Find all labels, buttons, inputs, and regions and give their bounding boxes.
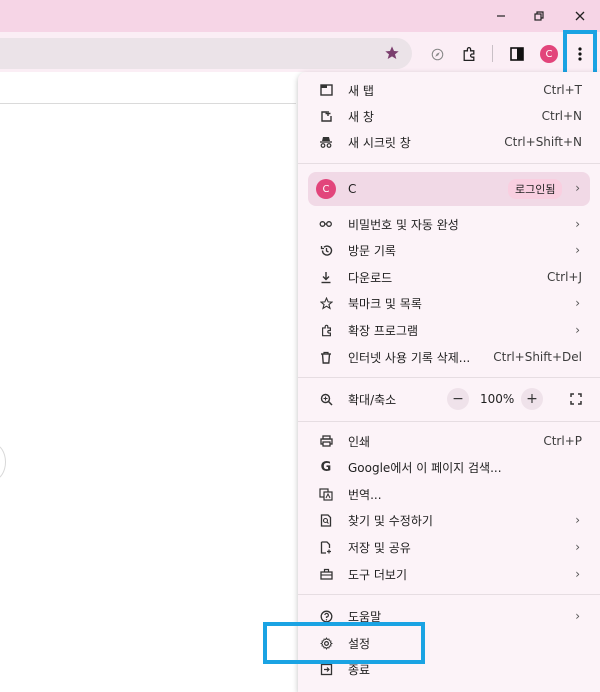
minimize-icon [497,15,505,17]
menu-item-downloads[interactable]: 다운로드 Ctrl+J [298,264,600,290]
menu-item-translate[interactable]: 번역... [298,481,600,507]
close-window-button[interactable] [563,4,597,28]
chevron-right-icon: › [575,296,580,310]
menu-item-incognito[interactable]: 새 시크릿 창 Ctrl+Shift+N [298,129,600,155]
puzzle-icon [463,47,475,62]
menu-item-google-search-page[interactable]: G Google에서 이 페이지 검색... [298,454,600,480]
zoom-level-value: 100% [480,392,515,406]
menu-item-history[interactable]: 방문 기록 › [298,237,600,263]
menu-item-more-tools[interactable]: 도구 더보기 › [298,561,600,587]
menu-item-extensions[interactable]: 확장 프로그램 › [298,317,600,343]
menu-separator [298,377,600,378]
menu-profile-row[interactable]: C C 로그인됨 › [308,172,590,206]
new-tab-icon [318,82,334,98]
bookmark-star-button[interactable] [383,44,401,62]
chevron-right-icon: › [575,513,580,527]
chevron-right-icon: › [575,243,580,257]
chrome-main-menu: 새 탭 Ctrl+T 새 창 Ctrl+N 새 시크릿 창 Ctrl+Shift… [298,72,600,692]
chrome-menu-button[interactable] [570,42,590,66]
star-outline-icon [318,295,334,311]
google-icon: G [320,459,332,475]
more-vert-icon [578,47,582,61]
chevron-right-icon: › [575,540,580,554]
compass-icon [431,48,443,60]
chevron-right-icon: › [575,609,580,623]
title-bar [0,0,600,32]
star-icon [385,46,399,59]
new-window-icon [318,108,334,124]
menu-item-clear-data[interactable]: 인터넷 사용 기록 삭제... Ctrl+Shift+Del [298,344,600,370]
signin-status-badge: 로그인됨 [508,179,563,199]
print-icon [318,433,334,449]
menu-item-bookmarks[interactable]: 북마크 및 목록 › [298,290,600,316]
toolbox-icon [318,566,334,582]
chevron-right-icon: › [575,567,580,581]
zoom-icon [318,391,334,407]
profile-avatar-button[interactable]: C [540,45,558,63]
chevron-right-icon: › [575,323,580,337]
save-share-icon [318,539,334,555]
side-panel-button[interactable] [507,44,527,64]
minimize-button[interactable] [484,4,518,28]
menu-item-find-edit[interactable]: 찾기 및 수정하기 › [298,507,600,533]
settings-highlight [263,622,425,664]
translate-icon [318,486,334,502]
fullscreen-button[interactable] [565,388,587,410]
zoom-in-button[interactable]: + [521,388,543,410]
extensions-button[interactable] [459,44,479,64]
menu-item-new-tab[interactable]: 새 탭 Ctrl+T [298,77,600,103]
download-icon [318,269,334,285]
profile-avatar: C [316,179,336,199]
menu-separator [298,163,600,164]
address-bar[interactable] [0,38,412,69]
fullscreen-icon [570,393,582,405]
close-icon [575,11,585,21]
menu-item-print[interactable]: 인쇄 Ctrl+P [298,428,600,454]
side-panel-icon [510,47,524,61]
menu-item-save-share[interactable]: 저장 및 공유 › [298,534,600,560]
chevron-right-icon: › [575,181,580,195]
page-partial-circle [0,444,6,480]
restore-icon [534,11,544,21]
menu-separator [298,421,600,422]
menu-item-new-window[interactable]: 새 창 Ctrl+N [298,103,600,129]
incognito-icon [318,134,334,150]
restore-button[interactable] [522,4,556,28]
reading-mode-button[interactable] [428,45,446,63]
key-icon [318,216,334,232]
profile-name: C [348,182,357,196]
history-icon [318,242,334,258]
menu-separator [298,594,600,595]
find-icon [318,512,334,528]
trash-icon [318,349,334,365]
chevron-right-icon: › [575,217,580,231]
puzzle-icon [318,322,334,338]
zoom-out-button[interactable]: − [447,388,469,410]
menu-item-passwords[interactable]: 비밀번호 및 자동 완성 › [298,211,600,237]
toolbar-divider [492,45,493,62]
page-divider [0,103,296,104]
